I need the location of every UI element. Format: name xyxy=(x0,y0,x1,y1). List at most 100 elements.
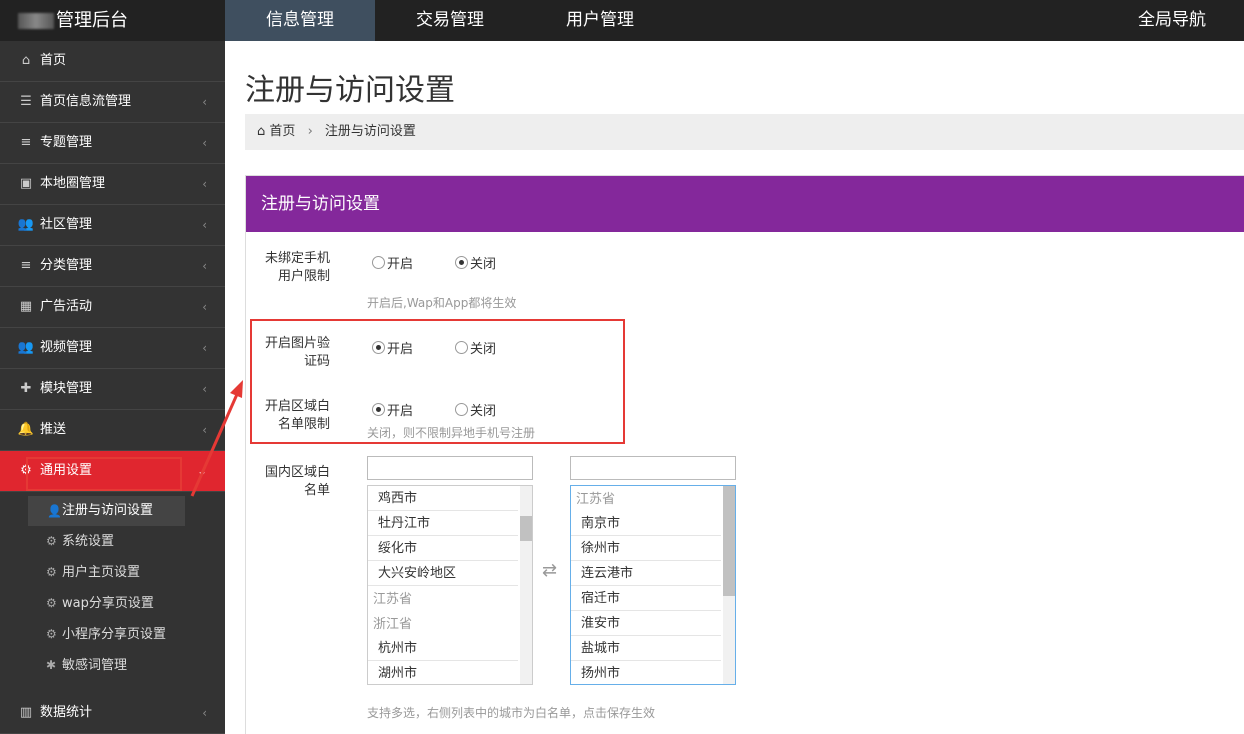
sidebar-item-7[interactable]: 👥 视频管理 ‹ xyxy=(0,328,225,369)
gear-icon: ⚙ xyxy=(46,627,57,641)
submenu-item-5[interactable]: ✱ 敏感词管理 xyxy=(0,650,225,681)
puzzle-icon: ✚ xyxy=(20,381,32,396)
top-navbar: 管理后台 信息管理 交易管理 用户管理 全局导航 xyxy=(0,0,1244,41)
list-item[interactable]: 牡丹江市 xyxy=(368,511,518,536)
cogs-icon: ⚙ xyxy=(46,534,57,548)
sidebar-item-label: 首页 xyxy=(40,53,67,68)
scrollbar[interactable] xyxy=(723,486,735,684)
list-icon: ≡ xyxy=(20,135,32,150)
setting-label-unbound-phone: 未绑定手机 用户限制 xyxy=(264,251,330,284)
sidebar-item-4[interactable]: 👥 社区管理 ‹ xyxy=(0,205,225,246)
sidebar-item-6[interactable]: ▦ 广告活动 ‹ xyxy=(0,287,225,328)
left-city-search-input[interactable] xyxy=(367,456,533,480)
chevron-left-icon: ‹ xyxy=(202,300,207,314)
scrollbar-thumb[interactable] xyxy=(520,516,532,541)
chevron-left-icon: ‹ xyxy=(202,341,207,355)
hint-whitelist: 支持多选，右侧列表中的城市为白名单，点击保存生效 xyxy=(367,706,656,720)
sidebar-item-0[interactable]: ⌂ 首页 xyxy=(0,41,225,82)
panel-title: 注册与访问设置 xyxy=(246,176,1244,232)
list-item[interactable]: 徐州市 xyxy=(571,536,721,561)
list-item[interactable]: 淮安市 xyxy=(571,611,721,636)
setting-label-domestic-whitelist: 国内区域白 名单 xyxy=(264,465,330,498)
submenu-item-label: 敏感词管理 xyxy=(62,658,128,673)
chevron-left-icon: ‹ xyxy=(202,95,207,109)
tab-user-management[interactable]: 用户管理 xyxy=(525,0,675,41)
settings-panel: 注册与访问设置 未绑定手机 用户限制 开启 关闭 开启后,Wap和App都将生效 … xyxy=(245,175,1244,734)
sidebar-item-label: 视频管理 xyxy=(40,340,93,355)
list-item[interactable]: 盐城市 xyxy=(571,636,721,661)
sidebar-item-5[interactable]: ≡ 分类管理 ‹ xyxy=(0,246,225,287)
asterisk-icon: ✱ xyxy=(46,658,57,672)
sidebar-item-label: 数据统计 xyxy=(40,705,93,720)
list-item[interactable]: 杭州市 xyxy=(368,636,518,661)
list-item[interactable]: 大兴安岭地区 xyxy=(368,561,518,586)
home-icon: ⌂ xyxy=(257,124,266,139)
brand-title: 管理后台 xyxy=(56,10,128,31)
gear-icon: ⚙ xyxy=(46,596,57,610)
submenu-item-4[interactable]: ⚙ 小程序分享页设置 xyxy=(0,619,225,650)
global-nav-link[interactable]: 全局导航 xyxy=(1138,0,1206,41)
rss-icon: ☰ xyxy=(20,94,32,109)
sidebar-item-3[interactable]: ▣ 本地圈管理 ‹ xyxy=(0,164,225,205)
list-item[interactable]: 扬州市 xyxy=(571,661,721,684)
chevron-left-icon: ‹ xyxy=(202,423,207,437)
cogs-icon: ⚙ xyxy=(46,565,57,579)
radio-unbound-phone-off[interactable]: 关闭 xyxy=(455,253,496,272)
sidebar-item-9[interactable]: 🔔 推送 ‹ xyxy=(0,410,225,451)
sidebar-item-label: 推送 xyxy=(40,422,67,437)
sidebar-item-label: 社区管理 xyxy=(40,217,93,232)
calendar-icon: ▦ xyxy=(19,299,33,314)
sidebar-item-label: 专题管理 xyxy=(40,135,93,150)
list-item[interactable]: 南京市 xyxy=(571,511,721,536)
sidebar-item-8[interactable]: ✚ 模块管理 ‹ xyxy=(0,369,225,410)
chevron-left-icon: ‹ xyxy=(202,259,207,273)
list-icon: ≡ xyxy=(20,258,32,273)
right-city-search-input[interactable] xyxy=(570,456,736,480)
list-item[interactable]: 连云港市 xyxy=(571,561,721,586)
scrollbar[interactable] xyxy=(520,486,532,684)
radio-unbound-phone-on[interactable]: 开启 xyxy=(372,253,413,272)
chevron-left-icon: ‹ xyxy=(202,136,207,150)
sidebar-item-1[interactable]: ☰ 首页信息流管理 ‹ xyxy=(0,82,225,123)
user-icon: 👤 xyxy=(47,504,62,518)
submenu-item-1[interactable]: ⚙ 系统设置 xyxy=(0,526,225,557)
submenu-item-3[interactable]: ⚙ wap分享页设置 xyxy=(0,588,225,619)
swap-arrows-icon[interactable]: ⇄ xyxy=(542,560,557,581)
submenu-item-label: 小程序分享页设置 xyxy=(62,627,167,642)
submenu-item-label: 用户主页设置 xyxy=(62,565,141,580)
chevron-down-icon: ⌄ xyxy=(196,464,207,478)
sidebar-item-label: 模块管理 xyxy=(40,381,93,396)
breadcrumb-separator: › xyxy=(307,124,313,139)
whitelist-cities-list[interactable]: 江苏省 南京市 徐州市 连云港市 宿迁市 淮安市 盐城市 扬州市 xyxy=(570,485,736,685)
sidebar-item-label: 首页信息流管理 xyxy=(40,94,132,109)
sidebar-item-data-stats[interactable]: ▥ 数据统计 ‹ xyxy=(0,693,225,734)
breadcrumb-home[interactable]: 首页 xyxy=(269,124,295,139)
list-item[interactable]: 宿迁市 xyxy=(571,586,721,611)
submenu-item-label: wap分享页设置 xyxy=(62,596,154,611)
chevron-left-icon: ‹ xyxy=(202,382,207,396)
blurred-brand-name xyxy=(18,13,54,29)
brand-logo[interactable]: 管理后台 xyxy=(0,0,225,41)
radio-circle-selected xyxy=(455,256,468,269)
hint-unbound-phone: 开启后,Wap和App都将生效 xyxy=(367,296,517,310)
submenu-item-0[interactable]: 👤 注册与访问设置 xyxy=(28,496,185,526)
submenu-item-2[interactable]: ⚙ 用户主页设置 xyxy=(0,557,225,588)
top-tabs: 信息管理 交易管理 用户管理 xyxy=(225,0,675,41)
chevron-left-icon: ‹ xyxy=(202,218,207,232)
list-group-header: 浙江省 xyxy=(373,617,413,632)
list-item[interactable]: 湖州市 xyxy=(368,661,518,684)
users-icon: 👥 xyxy=(17,217,35,232)
users-icon: 👥 xyxy=(17,340,35,355)
sidebar-item-2[interactable]: ≡ 专题管理 ‹ xyxy=(0,123,225,164)
list-item[interactable]: 绥化市 xyxy=(368,536,518,561)
list-item[interactable]: 鸡西市 xyxy=(368,486,518,511)
camera-icon: ▣ xyxy=(19,176,33,191)
home-icon: ⌂ xyxy=(21,53,31,68)
chevron-left-icon: ‹ xyxy=(202,177,207,191)
tab-trade-management[interactable]: 交易管理 xyxy=(375,0,525,41)
tab-info-management[interactable]: 信息管理 xyxy=(225,0,375,41)
scrollbar-thumb[interactable] xyxy=(723,486,735,596)
list-group-header: 江苏省 xyxy=(373,592,413,607)
available-cities-list[interactable]: 鸡西市 牡丹江市 绥化市 大兴安岭地区江苏省浙江省杭州市 湖州市 xyxy=(367,485,533,685)
sidebar-item-label: 分类管理 xyxy=(40,258,93,273)
